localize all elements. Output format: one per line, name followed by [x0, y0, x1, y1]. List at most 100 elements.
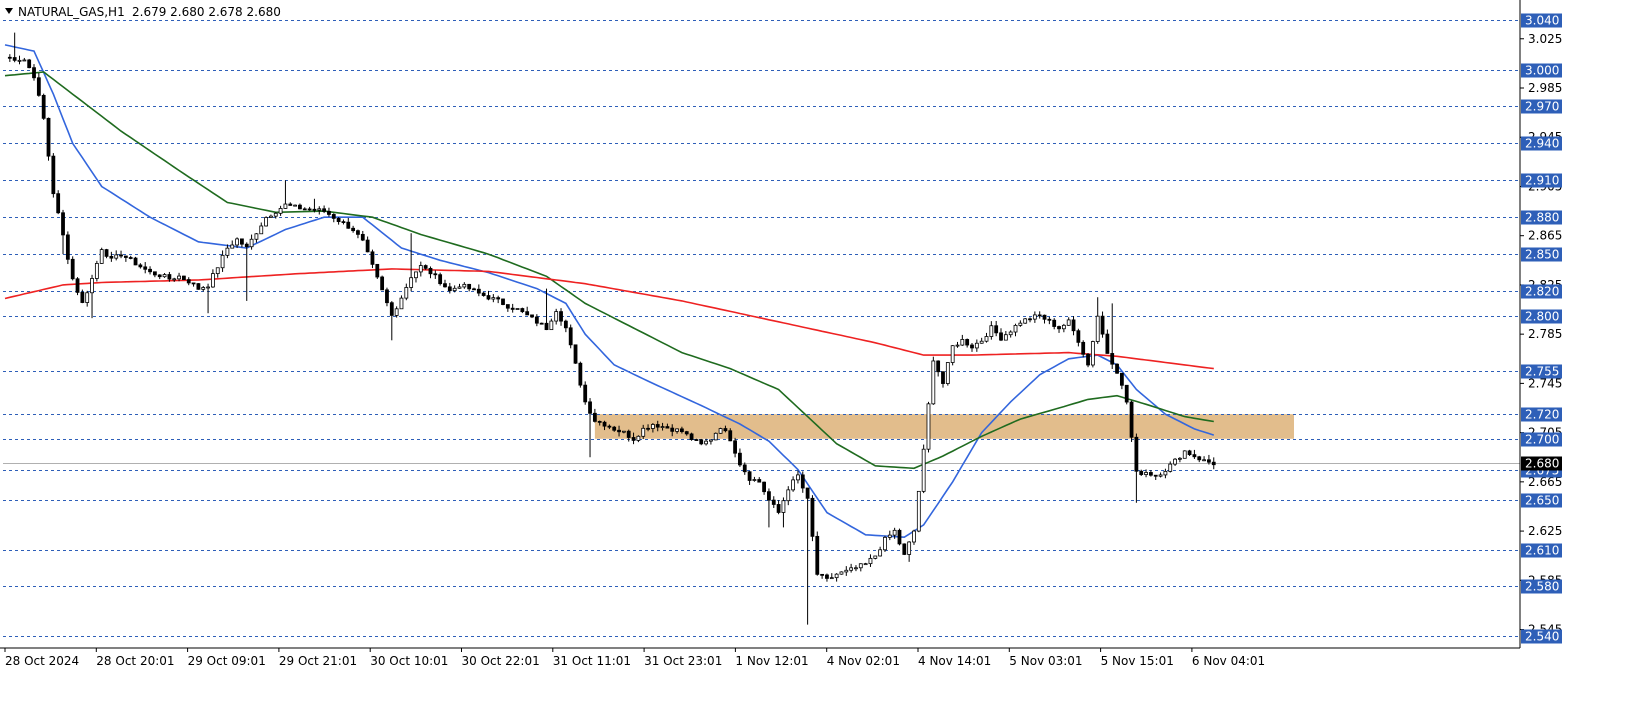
candle-body-bear [167, 274, 172, 280]
candle-body-bear [631, 437, 636, 441]
candle-body-bear [1071, 319, 1076, 332]
chart-symbol: NATURAL_GAS,H1 [18, 5, 125, 19]
candle-body-bear [327, 210, 331, 215]
candle-body-bull [675, 428, 679, 432]
candle-body-bear [447, 286, 452, 292]
candle-body-bull [1178, 457, 1182, 460]
time-tick-label: 4 Nov 14:01 [918, 654, 991, 668]
candle [51, 153, 56, 198]
candle-body-bear [626, 430, 631, 438]
candle-body-bull [849, 567, 854, 571]
level-badge-label: 2.540 [1525, 630, 1559, 644]
candle-body-bear [423, 265, 428, 269]
candle [568, 324, 573, 349]
candle-body-bull [215, 267, 220, 274]
candle-body-bull [1202, 459, 1206, 462]
candle-body-bear [501, 298, 505, 305]
candle-body-bull [1066, 319, 1071, 326]
candle-body-bull [892, 529, 897, 536]
price-tick-label: 2.865 [1528, 229, 1562, 243]
candle-body-bull [515, 308, 520, 310]
candle-body-bear [70, 258, 75, 280]
candle-body-bear [825, 574, 829, 579]
candle-body-bear [534, 316, 539, 324]
candle-body-bear [1139, 470, 1144, 475]
candle-body-bear [771, 499, 776, 505]
price-chart[interactable]: 3.0252.9852.9452.9052.8652.8252.7852.745… [0, 0, 1651, 706]
candle-body-bull [22, 59, 27, 62]
candle-body-bear [612, 426, 617, 431]
candle-body-bear [897, 529, 902, 545]
candle-body-bear [776, 504, 781, 513]
candle-body-bull [752, 479, 757, 481]
candle-body-bear [1057, 326, 1061, 330]
level-badge-label: 2.970 [1525, 100, 1559, 114]
candle [99, 247, 104, 264]
candle-body-bear [1187, 450, 1192, 456]
level-badge-label: 2.910 [1525, 174, 1559, 188]
candle [931, 356, 936, 405]
level-badge-label: 2.940 [1525, 137, 1559, 151]
candle [1086, 353, 1090, 368]
candle-body-bear [800, 474, 805, 489]
candle-body-bull [264, 217, 268, 227]
candle-body-bear [351, 227, 356, 232]
time-tick-label: 29 Oct 09:01 [188, 654, 266, 668]
time-tick-label: 31 Oct 11:01 [553, 654, 631, 668]
candle-body-bear [970, 344, 974, 349]
candle-body-bear [520, 308, 525, 313]
candle [1182, 450, 1187, 459]
candle-body-bull [916, 490, 921, 532]
candle-body-bull [960, 339, 965, 346]
candle-body-bear [1211, 461, 1216, 466]
candle-body-bear [530, 314, 534, 318]
candle-body-bull [201, 287, 206, 290]
candle-body-bull [1163, 470, 1168, 476]
candle [1090, 340, 1095, 368]
candle-body-bear [583, 384, 588, 403]
candle-body-bear [356, 230, 360, 235]
candle-body-bull [269, 215, 273, 218]
candle-body-bear [302, 208, 307, 211]
time-tick-label: 31 Oct 23:01 [644, 654, 722, 668]
candle-body-bear [1134, 436, 1139, 472]
candle-body-bull [1158, 474, 1163, 477]
candle-body-bear [365, 239, 370, 253]
time-tick-label: 30 Oct 10:01 [370, 654, 448, 668]
candle-body-bear [331, 214, 336, 219]
candle-body-bear [810, 497, 815, 537]
candle-body-bull [854, 567, 858, 570]
candle-body-bear [578, 362, 583, 386]
time-tick-label: 6 Nov 04:01 [1192, 654, 1265, 668]
candle-body-bull [641, 427, 646, 437]
candle [583, 381, 588, 405]
candle-body-bull [660, 426, 665, 428]
candle-body-bear [360, 233, 365, 241]
candle-body-bear [588, 401, 592, 414]
candle-body-bear [1052, 319, 1057, 327]
candle-body-bear [322, 208, 327, 212]
candle-body-bull [839, 571, 844, 575]
candle-body-bear [143, 266, 148, 270]
level-badge-label: 3.040 [1525, 14, 1559, 28]
candle-body-bear [186, 279, 191, 284]
candle-body-bear [41, 94, 46, 119]
level-badge-label: 3.000 [1525, 64, 1559, 78]
candle-body-bear [525, 311, 530, 316]
candle-body-bull [704, 440, 708, 445]
candle-body-bear [244, 243, 249, 248]
time-tick-label: 30 Oct 22:01 [462, 654, 540, 668]
candle-body-bear [1081, 341, 1086, 355]
candle-body-bull [457, 286, 462, 289]
candle-body-bull [554, 311, 559, 322]
candle-body-bear [56, 193, 61, 214]
candle [1023, 318, 1028, 324]
candle [27, 58, 32, 69]
candle-body-bull [394, 308, 399, 316]
candle-body-bear [563, 320, 568, 329]
candle-body-bear [133, 257, 138, 266]
candle-body-bull [1008, 331, 1013, 336]
candle-body-bear [1153, 474, 1158, 477]
candle-body-bear [597, 420, 602, 423]
candle-body-bull [907, 541, 912, 555]
